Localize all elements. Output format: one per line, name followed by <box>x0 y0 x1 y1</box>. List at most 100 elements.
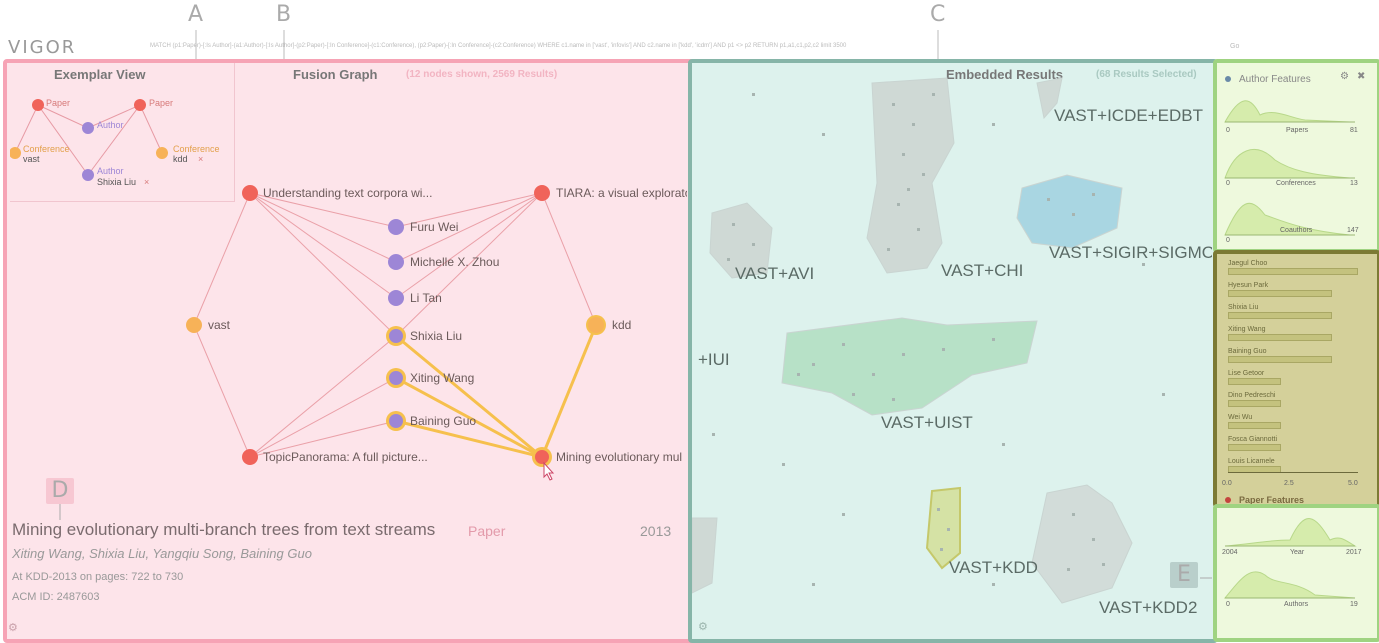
axis-min: 0 <box>1226 601 1230 608</box>
axis-label: Conferences <box>1276 180 1316 187</box>
axis-label: Authors <box>1284 601 1309 608</box>
axis-max: 147 <box>1347 227 1359 234</box>
cluster-label: VAST+AVI <box>735 264 814 283</box>
detail-title: Mining evolutionary multi-branch trees f… <box>12 520 436 539</box>
node-label: Li Tan <box>410 291 442 305</box>
author-node[interactable] <box>388 290 404 306</box>
author-bar-row[interactable]: Shixia Liu <box>1228 304 1358 319</box>
axis-max: 19 <box>1350 601 1358 608</box>
axis-label: Coauthors <box>1280 227 1313 234</box>
axis-min: 2004 <box>1222 549 1238 556</box>
axis-min: 0 <box>1226 127 1230 134</box>
author-bar-label: Jaegul Choo <box>1228 260 1268 267</box>
bar-axis-tick: 2.5 <box>1284 480 1294 487</box>
node-label: Mining evolutionary mul <box>556 450 682 464</box>
author-bar <box>1228 400 1281 407</box>
paper-node[interactable] <box>242 185 258 201</box>
author-bar-row[interactable]: Fosca Giannotti <box>1228 436 1358 451</box>
cluster-label: VAST+ICDE+EDBT <box>1054 106 1203 125</box>
author-bar-label: Wei Wu <box>1228 414 1253 421</box>
detail-type: Paper <box>468 523 506 539</box>
node-label: vast <box>208 318 231 332</box>
author-bar <box>1228 378 1281 385</box>
cluster-vast-kdd2[interactable] <box>1031 484 1133 604</box>
fusion-graph[interactable]: Understanding text corpora wi... TIARA: … <box>0 0 687 520</box>
node-label: Xiting Wang <box>410 371 474 385</box>
cluster-partial[interactable] <box>692 517 718 594</box>
bar-axis-tick: 0.0 <box>1222 480 1232 487</box>
gear-icon[interactable]: ⚙ <box>1340 71 1349 82</box>
author-bar-row[interactable]: Jaegul Choo <box>1228 260 1358 275</box>
cluster-label: VAST+SIGIR+SIGMO <box>1049 243 1212 262</box>
author-bar-row[interactable]: Xiting Wang <box>1228 326 1358 341</box>
author-bar-label: Shixia Liu <box>1228 304 1259 311</box>
paper-feature-histograms <box>1223 518 1357 599</box>
paper-node[interactable] <box>242 449 258 465</box>
node-label: Understanding text corpora wi... <box>263 186 432 200</box>
author-bar-label: Fosca Giannotti <box>1228 436 1278 443</box>
axis-min: 0 <box>1226 180 1230 187</box>
paper-node[interactable] <box>534 185 550 201</box>
cluster-vast-sigir[interactable] <box>1016 174 1123 249</box>
node-label: Michelle X. Zhou <box>410 255 499 269</box>
conference-node[interactable] <box>186 317 202 333</box>
close-icon[interactable]: ✖ <box>1357 71 1365 82</box>
author-bar-label: Hyesun Park <box>1228 282 1269 289</box>
author-feature-histograms <box>1224 100 1355 236</box>
axis-max: 2017 <box>1346 549 1362 556</box>
bar-axis-line <box>1228 472 1358 473</box>
cluster-label: +IUI <box>698 350 730 369</box>
embedding-scatter[interactable]: VAST+ICDE+EDBT VAST+AVI VAST+CHI VAST+SI… <box>692 63 1212 635</box>
detail-venue: At KDD-2013 on pages: 722 to 730 <box>12 571 184 583</box>
gear-icon[interactable]: ⚙ <box>698 620 708 633</box>
paper-dot-icon <box>1225 497 1231 503</box>
cluster-vast-kdd[interactable] <box>925 486 961 570</box>
cluster-label: VAST+KDD <box>949 558 1038 577</box>
author-bar <box>1228 290 1332 297</box>
cluster-label: VAST+KDD2 <box>1099 598 1197 617</box>
author-bar-label: Baining Guo <box>1228 348 1267 355</box>
author-bar-row[interactable]: Baining Guo <box>1228 348 1358 363</box>
author-bar-row[interactable]: Lise Getoor <box>1228 370 1358 385</box>
author-bar-label: Lise Getoor <box>1228 370 1265 377</box>
author-bar <box>1228 422 1281 429</box>
gear-icon[interactable]: ⚙ <box>8 621 18 634</box>
axis-label: Year <box>1290 549 1305 556</box>
author-bar-label: Dino Pedreschi <box>1228 392 1276 399</box>
author-node[interactable] <box>389 329 403 343</box>
cluster-vast-chi[interactable] <box>866 77 955 274</box>
callout-e: E <box>1170 562 1198 588</box>
author-features-title: Author Features <box>1239 74 1311 85</box>
author-bar-row[interactable]: Wei Wu <box>1228 414 1358 429</box>
author-bar <box>1228 312 1332 319</box>
go-button[interactable]: Go <box>1230 43 1239 50</box>
cluster-label: VAST+CHI <box>941 261 1023 280</box>
author-bar-row[interactable]: Louis Licamele <box>1228 458 1358 473</box>
detail-acm: ACM ID: 2487603 <box>12 591 100 603</box>
author-node[interactable] <box>388 219 404 235</box>
author-bar <box>1228 356 1332 363</box>
bar-axis-tick: 5.0 <box>1348 480 1358 487</box>
axis-label: Papers <box>1286 127 1309 134</box>
node-label: Baining Guo <box>410 414 476 428</box>
author-node[interactable] <box>389 371 403 385</box>
author-bar-label: Xiting Wang <box>1228 326 1266 333</box>
detail-authors: Xiting Wang, Shixia Liu, Yangqiu Song, B… <box>12 546 312 561</box>
conference-node[interactable] <box>588 317 604 333</box>
node-label: Furu Wei <box>410 220 458 234</box>
author-node[interactable] <box>388 254 404 270</box>
author-bar <box>1228 444 1281 451</box>
cluster-vast-uist[interactable] <box>781 317 1038 416</box>
author-bar-row[interactable]: Hyesun Park <box>1228 282 1358 297</box>
author-node[interactable] <box>389 414 403 428</box>
author-bar <box>1228 268 1358 275</box>
callout-d: D <box>46 478 74 504</box>
paper-node[interactable] <box>535 450 549 464</box>
node-label: TIARA: a visual explorato <box>556 186 687 200</box>
author-bar-row[interactable]: Dino Pedreschi <box>1228 392 1358 407</box>
axis-min: 0 <box>1226 237 1230 244</box>
axis-max: 81 <box>1350 127 1358 134</box>
detail-year: 2013 <box>640 523 672 539</box>
cluster-label: VAST+UIST <box>881 413 973 432</box>
node-label: TopicPanorama: A full picture... <box>263 450 428 464</box>
